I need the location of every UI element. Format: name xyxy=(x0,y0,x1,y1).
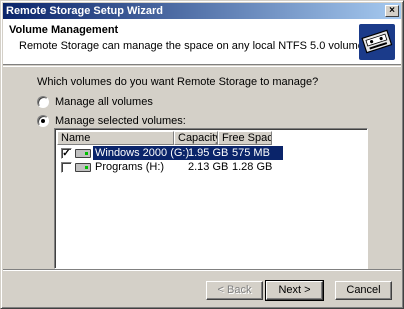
page-title: Volume Management xyxy=(9,24,119,36)
volume-checkbox[interactable]: ✓ xyxy=(61,147,72,159)
footer-divider-highlight xyxy=(3,270,401,271)
volume-question: Which volumes do you want Remote Storage… xyxy=(37,76,319,88)
close-button[interactable]: × xyxy=(385,5,399,17)
title-bar[interactable]: Remote Storage Setup Wizard × xyxy=(3,3,401,19)
window-title: Remote Storage Setup Wizard xyxy=(6,5,163,17)
radio-manage-all[interactable] xyxy=(37,96,49,108)
column-name[interactable]: Name xyxy=(57,131,174,145)
volume-free-space: 1.28 GB xyxy=(232,161,273,173)
option-manage-selected[interactable]: Manage selected volumes: xyxy=(37,115,186,127)
hard-drive-icon xyxy=(75,162,91,172)
volume-capacity: 1.95 GB xyxy=(188,147,229,159)
page-subtitle: Remote Storage can manage the space on a… xyxy=(19,40,367,52)
back-button[interactable]: < Back xyxy=(206,281,263,300)
header-divider xyxy=(3,66,401,67)
volume-list[interactable]: Name Capacity Free Space ✓ Windows 2000 … xyxy=(54,128,368,269)
option-manage-all[interactable]: Manage all volumes xyxy=(37,96,153,108)
volume-name: Windows 2000 (G:) xyxy=(95,147,190,159)
option-manage-all-label: Manage all volumes xyxy=(55,96,153,108)
option-manage-selected-label: Manage selected volumes: xyxy=(55,115,186,127)
volume-name: Programs (H:) xyxy=(95,161,165,173)
list-item[interactable]: Programs (H:) 2.13 GB 1.28 GB xyxy=(57,160,283,174)
list-item[interactable]: ✓ Windows 2000 (G:) 1.95 GB 575 MB xyxy=(57,146,283,160)
radio-manage-selected[interactable] xyxy=(37,115,49,127)
volume-free-space: 575 MB xyxy=(232,147,270,159)
wizard-window: Remote Storage Setup Wizard × Volume Man… xyxy=(0,0,404,309)
wizard-header: Volume Management Remote Storage can man… xyxy=(3,19,401,65)
volume-checkbox[interactable] xyxy=(61,161,72,173)
row-selection: Windows 2000 (G:) 1.95 GB 575 MB xyxy=(93,146,283,160)
close-icon: × xyxy=(389,5,395,16)
volume-capacity: 2.13 GB xyxy=(188,161,229,173)
list-header: Name Capacity Free Space xyxy=(57,131,272,145)
column-capacity[interactable]: Capacity xyxy=(174,131,218,145)
column-free-space[interactable]: Free Space xyxy=(218,131,272,145)
next-button[interactable]: Next > xyxy=(265,280,324,301)
tape-cartridge-icon xyxy=(359,24,395,60)
hard-drive-icon xyxy=(75,148,91,158)
cancel-button[interactable]: Cancel xyxy=(335,281,392,300)
